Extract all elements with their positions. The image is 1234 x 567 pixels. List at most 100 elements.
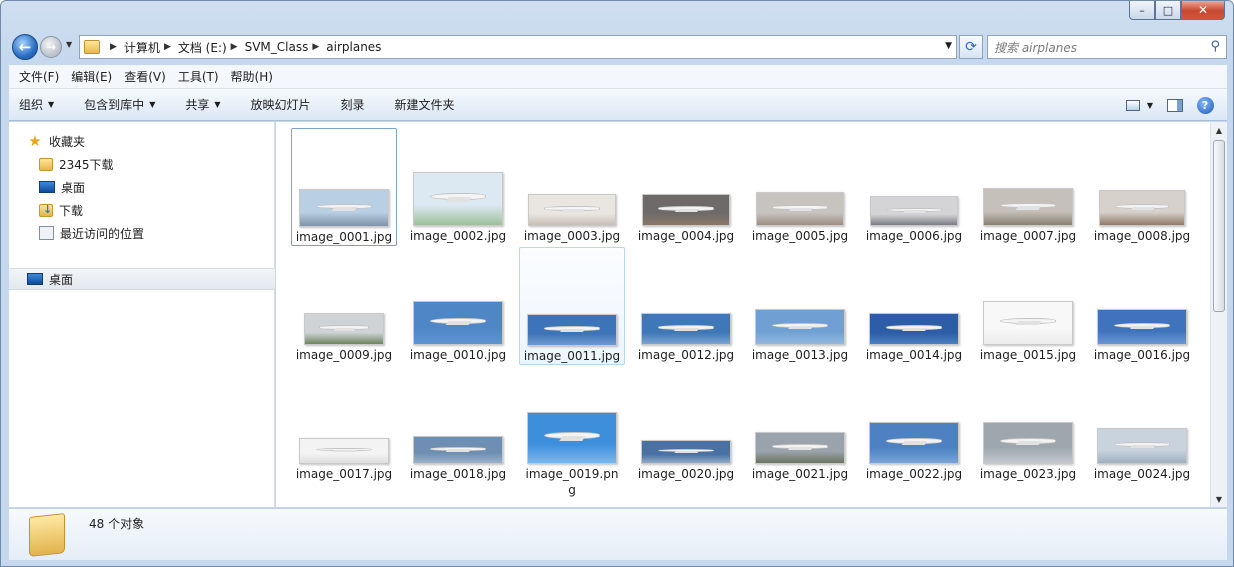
scrollbar-thumb[interactable] bbox=[1213, 140, 1225, 312]
file-item[interactable]: image_0021.jpg bbox=[747, 366, 853, 484]
thumbnail-frame bbox=[747, 366, 853, 464]
file-item[interactable]: image_0007.jpg bbox=[975, 128, 1081, 246]
scroll-up-icon[interactable]: ▲ bbox=[1211, 122, 1227, 138]
nav-favorites[interactable]: ★ 收藏夹 bbox=[9, 130, 275, 152]
nav-item-recent-places[interactable]: 最近访问的位置 bbox=[9, 222, 275, 244]
file-item[interactable]: image_0014.jpg bbox=[861, 247, 967, 365]
file-item[interactable]: image_0024.jpg bbox=[1089, 366, 1195, 484]
wing-shape bbox=[559, 436, 587, 441]
airplane-thumbnail bbox=[870, 196, 958, 226]
breadcrumb-separator-icon[interactable]: ▶ bbox=[164, 42, 171, 52]
breadcrumb-drive[interactable]: 文档 (E:) bbox=[178, 39, 227, 56]
wing-shape bbox=[1016, 205, 1042, 210]
include-library-button[interactable]: 包含到库中 ▼ bbox=[84, 96, 155, 113]
file-item[interactable]: image_0023.jpg bbox=[975, 366, 1081, 484]
breadcrumb-svm-class[interactable]: SVM_Class bbox=[245, 40, 309, 54]
thumbnail-frame bbox=[747, 128, 853, 226]
breadcrumb-computer[interactable]: 计算机 bbox=[124, 39, 160, 56]
explorer-window: – □ ✕ ← → ▼ ▶ 计算机 ▶ 文档 (E:) ▶ SVM_Class … bbox=[0, 0, 1234, 567]
preview-pane-button[interactable] bbox=[1165, 95, 1185, 115]
slideshow-button[interactable]: 放映幻灯片 bbox=[251, 96, 311, 113]
share-button[interactable]: 共享 ▼ bbox=[185, 96, 220, 113]
maximize-button[interactable]: □ bbox=[1155, 1, 1181, 20]
breadcrumb-separator-icon[interactable]: ▶ bbox=[312, 42, 319, 52]
menu-view[interactable]: 查看(V) bbox=[118, 68, 172, 85]
change-view-button[interactable] bbox=[1123, 95, 1143, 115]
minimize-button[interactable]: – bbox=[1129, 1, 1155, 20]
thumbnail-frame bbox=[633, 128, 739, 226]
close-button[interactable]: ✕ bbox=[1181, 1, 1225, 20]
file-name: image_0021.jpg bbox=[751, 467, 849, 481]
thumbnail-frame bbox=[292, 129, 396, 227]
scroll-down-icon[interactable]: ▼ bbox=[1211, 491, 1227, 507]
file-name: image_0006.jpg bbox=[865, 229, 963, 243]
nav-item-2345-download[interactable]: 2345下载 bbox=[9, 153, 275, 175]
airplane-thumbnail bbox=[299, 438, 389, 464]
new-folder-button[interactable]: 新建文件夹 bbox=[395, 96, 455, 113]
file-item[interactable]: image_0016.jpg bbox=[1089, 247, 1195, 365]
thumbnail-frame bbox=[291, 247, 397, 345]
address-dropdown-icon[interactable]: ▼ bbox=[945, 41, 952, 51]
file-item[interactable]: image_0011.jpg bbox=[519, 247, 625, 365]
forward-button[interactable]: → bbox=[40, 36, 62, 58]
vertical-scrollbar[interactable]: ▲ ▼ bbox=[1210, 122, 1227, 507]
burn-button[interactable]: 刻录 bbox=[341, 96, 365, 113]
file-item[interactable]: image_0019.png bbox=[519, 366, 625, 497]
file-name: image_0015.jpg bbox=[979, 348, 1077, 362]
nav-item-downloads[interactable]: 下载 bbox=[9, 199, 275, 221]
file-item[interactable]: image_0003.jpg bbox=[519, 128, 625, 246]
menu-edit[interactable]: 编辑(E) bbox=[65, 68, 118, 85]
file-item[interactable]: image_0004.jpg bbox=[633, 128, 739, 246]
file-item[interactable]: image_0008.jpg bbox=[1089, 128, 1195, 246]
thumbnail-frame bbox=[405, 366, 511, 464]
file-item[interactable]: image_0018.jpg bbox=[405, 366, 511, 484]
wing-shape bbox=[332, 206, 358, 211]
search-icon[interactable]: ⚲ bbox=[1210, 39, 1220, 54]
file-item[interactable]: image_0015.jpg bbox=[975, 247, 1081, 365]
address-row: ← → ▼ ▶ 计算机 ▶ 文档 (E:) ▶ SVM_Class ▶ airp… bbox=[9, 31, 1227, 61]
thumbnail-frame bbox=[405, 128, 511, 226]
wing-shape bbox=[445, 196, 473, 203]
menu-help[interactable]: 帮助(H) bbox=[225, 68, 279, 85]
file-item[interactable]: image_0006.jpg bbox=[861, 128, 967, 246]
file-item[interactable]: image_0020.jpg bbox=[633, 366, 739, 484]
thumbnail-frame bbox=[520, 248, 624, 346]
thumbnail-frame bbox=[975, 366, 1081, 464]
file-item[interactable]: image_0005.jpg bbox=[747, 128, 853, 246]
thumbnail-frame bbox=[861, 128, 967, 226]
file-item[interactable]: image_0009.jpg bbox=[291, 247, 397, 365]
file-name: image_0023.jpg bbox=[979, 467, 1077, 481]
nav-item-label: 桌面 bbox=[61, 180, 86, 195]
breadcrumb-separator-icon[interactable]: ▶ bbox=[231, 42, 238, 52]
airplane-thumbnail bbox=[983, 301, 1073, 345]
menu-tools[interactable]: 工具(T) bbox=[172, 68, 225, 85]
search-input[interactable]: 搜索 airplanes ⚲ bbox=[987, 35, 1227, 59]
breadcrumb: ▶ 计算机 ▶ 文档 (E:) ▶ SVM_Class ▶ airplanes bbox=[106, 39, 381, 56]
file-item[interactable]: image_0001.jpg bbox=[291, 128, 397, 246]
breadcrumb-separator-icon[interactable]: ▶ bbox=[110, 42, 117, 52]
refresh-button[interactable]: ⟳ bbox=[959, 35, 983, 59]
file-name: image_0013.jpg bbox=[751, 348, 849, 362]
nav-desktop[interactable]: 桌面 bbox=[9, 268, 275, 290]
menu-file[interactable]: 文件(F) bbox=[13, 68, 65, 85]
file-item[interactable]: image_0002.jpg bbox=[405, 128, 511, 246]
file-item[interactable]: image_0013.jpg bbox=[747, 247, 853, 365]
folder-icon bbox=[29, 513, 65, 557]
organize-button[interactable]: 组织 ▼ bbox=[19, 96, 54, 113]
back-button[interactable]: ← bbox=[12, 34, 38, 60]
file-item[interactable]: image_0022.jpg bbox=[861, 366, 967, 484]
address-bar[interactable]: ▶ 计算机 ▶ 文档 (E:) ▶ SVM_Class ▶ airplanes … bbox=[79, 35, 957, 59]
file-item[interactable]: image_0017.jpg bbox=[291, 366, 397, 484]
help-button[interactable]: ? bbox=[1195, 95, 1215, 115]
airplane-thumbnail bbox=[413, 172, 503, 226]
recent-pages-dropdown[interactable]: ▼ bbox=[66, 40, 72, 49]
file-item[interactable]: image_0010.jpg bbox=[405, 247, 511, 365]
wing-shape bbox=[902, 327, 928, 331]
file-name: image_0004.jpg bbox=[637, 229, 735, 243]
chevron-down-icon: ▼ bbox=[214, 100, 221, 109]
breadcrumb-airplanes[interactable]: airplanes bbox=[326, 40, 381, 54]
nav-item-desktop[interactable]: 桌面 bbox=[9, 176, 275, 198]
view-options-dropdown[interactable]: ▼ bbox=[1145, 95, 1155, 115]
file-item[interactable]: image_0012.jpg bbox=[633, 247, 739, 365]
file-list: image_0001.jpg image_0002.jpg image_0003.j… bbox=[276, 122, 1210, 507]
